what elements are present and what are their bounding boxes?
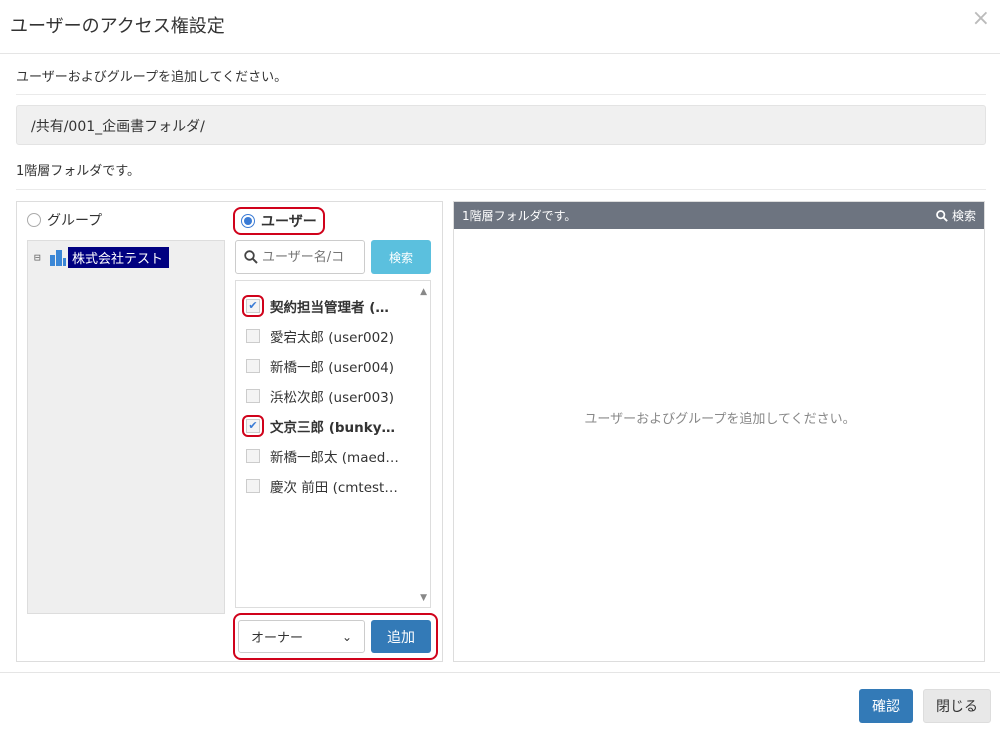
user-item-1[interactable]: 愛宕太郎 (user002) [242, 323, 412, 349]
user-checkbox-wrap[interactable] [242, 475, 264, 497]
assigned-search-label: 検索 [951, 209, 976, 223]
user-name: 新橋一郎太 (maed… [270, 450, 399, 466]
empty-message: ユーザーおよびグループを追加してください。 [584, 412, 856, 427]
assigned-panel: 1階層フォルダです。 検索 ユーザーおよびグループを追加してください。 [453, 201, 985, 662]
user-name: 愛宕太郎 (user002) [270, 330, 395, 346]
user-item-4[interactable]: ✔ 文京三郎 (bunky… [242, 413, 412, 439]
tree-collapse-icon[interactable]: ⊟ [34, 251, 46, 264]
add-controls-highlight: オーナー ⌄ 追加 [233, 613, 438, 660]
user-name: 文京三郎 (bunky… [270, 420, 396, 436]
radio-user-circle[interactable] [241, 214, 255, 228]
user-item-5[interactable]: 新橋一郎太 (maed… [242, 443, 412, 469]
close-icon[interactable]: × [972, 8, 990, 30]
divider [16, 94, 986, 95]
selection-panel: グループ ユーザー ⊟ 株式会社テスト 検索 ▲ ✔ 契約担当管理者 (… [16, 201, 443, 662]
role-select-value: オーナー [251, 631, 304, 646]
add-button[interactable]: 追加 [371, 620, 431, 653]
user-checkbox-highlight[interactable]: ✔ [242, 295, 264, 317]
radio-user[interactable]: ユーザー [233, 207, 325, 235]
confirm-button[interactable]: 確認 [859, 689, 913, 723]
checkbox-icon[interactable] [246, 449, 260, 463]
tree-node-label[interactable]: 株式会社テスト [68, 247, 170, 268]
user-checkbox-wrap[interactable] [242, 385, 264, 407]
user-search-box[interactable] [235, 240, 365, 274]
radio-group-circle[interactable] [27, 213, 41, 227]
radio-group-label: グループ [47, 213, 103, 229]
dialog-footer: 確認 閉じる [0, 672, 1000, 731]
user-name: 浜松次郎 (user003) [270, 390, 395, 406]
dialog-header: ユーザーのアクセス権設定 × [0, 0, 1000, 54]
folder-path: /共有/001_企画書フォルダ/ [16, 105, 986, 145]
folder-level-text: 1階層フォルダです。 [16, 164, 140, 179]
radio-user-label: ユーザー [261, 214, 317, 230]
user-checkbox-highlight[interactable]: ✔ [242, 415, 264, 437]
search-icon [244, 250, 258, 264]
user-checkbox-wrap[interactable] [242, 355, 264, 377]
user-search-input[interactable] [262, 249, 358, 265]
checkbox-checked-icon[interactable]: ✔ [246, 419, 260, 433]
assigned-panel-header: 1階層フォルダです。 検索 [454, 202, 984, 229]
user-name: 新橋一郎 (user004) [270, 360, 395, 376]
group-tree: ⊟ 株式会社テスト [27, 240, 225, 614]
user-item-3[interactable]: 浜松次郎 (user003) [242, 383, 412, 409]
user-checkbox-wrap[interactable] [242, 445, 264, 467]
user-search-button[interactable]: 検索 [371, 240, 431, 274]
user-item-2[interactable]: 新橋一郎 (user004) [242, 353, 412, 379]
user-checkbox-wrap[interactable] [242, 325, 264, 347]
user-name: 慶次 前田 (cmtest… [270, 480, 398, 496]
user-item-6[interactable]: 慶次 前田 (cmtest… [242, 473, 412, 499]
assigned-search-link[interactable]: 検索 [936, 207, 976, 224]
divider [16, 189, 986, 190]
checkbox-icon[interactable] [246, 359, 260, 373]
dialog-title: ユーザーのアクセス権設定 [10, 16, 225, 37]
instruction-text: ユーザーおよびグループを追加してください。 [16, 70, 288, 85]
assigned-panel-title: 1階層フォルダです。 [462, 209, 577, 223]
checkbox-icon[interactable] [246, 329, 260, 343]
user-name: 契約担当管理者 (… [270, 300, 389, 316]
chevron-down-icon: ⌄ [341, 629, 352, 644]
scroll-down-icon[interactable]: ▼ [420, 593, 427, 603]
close-button[interactable]: 閉じる [923, 689, 991, 723]
scroll-up-icon[interactable]: ▲ [420, 287, 427, 297]
checkbox-icon[interactable] [246, 389, 260, 403]
search-icon [936, 209, 948, 222]
role-select[interactable]: オーナー ⌄ [238, 620, 365, 653]
tree-node-company[interactable]: ⊟ 株式会社テスト [34, 247, 170, 268]
checkbox-icon[interactable] [246, 479, 260, 493]
building-icon [50, 249, 66, 266]
user-item-0[interactable]: ✔ 契約担当管理者 (… [242, 293, 412, 319]
checkbox-checked-icon[interactable]: ✔ [246, 299, 260, 313]
radio-group[interactable]: グループ [27, 210, 102, 230]
user-list: ▲ ✔ 契約担当管理者 (… 愛宕太郎 (user002) 新橋一郎 (user… [235, 280, 431, 608]
